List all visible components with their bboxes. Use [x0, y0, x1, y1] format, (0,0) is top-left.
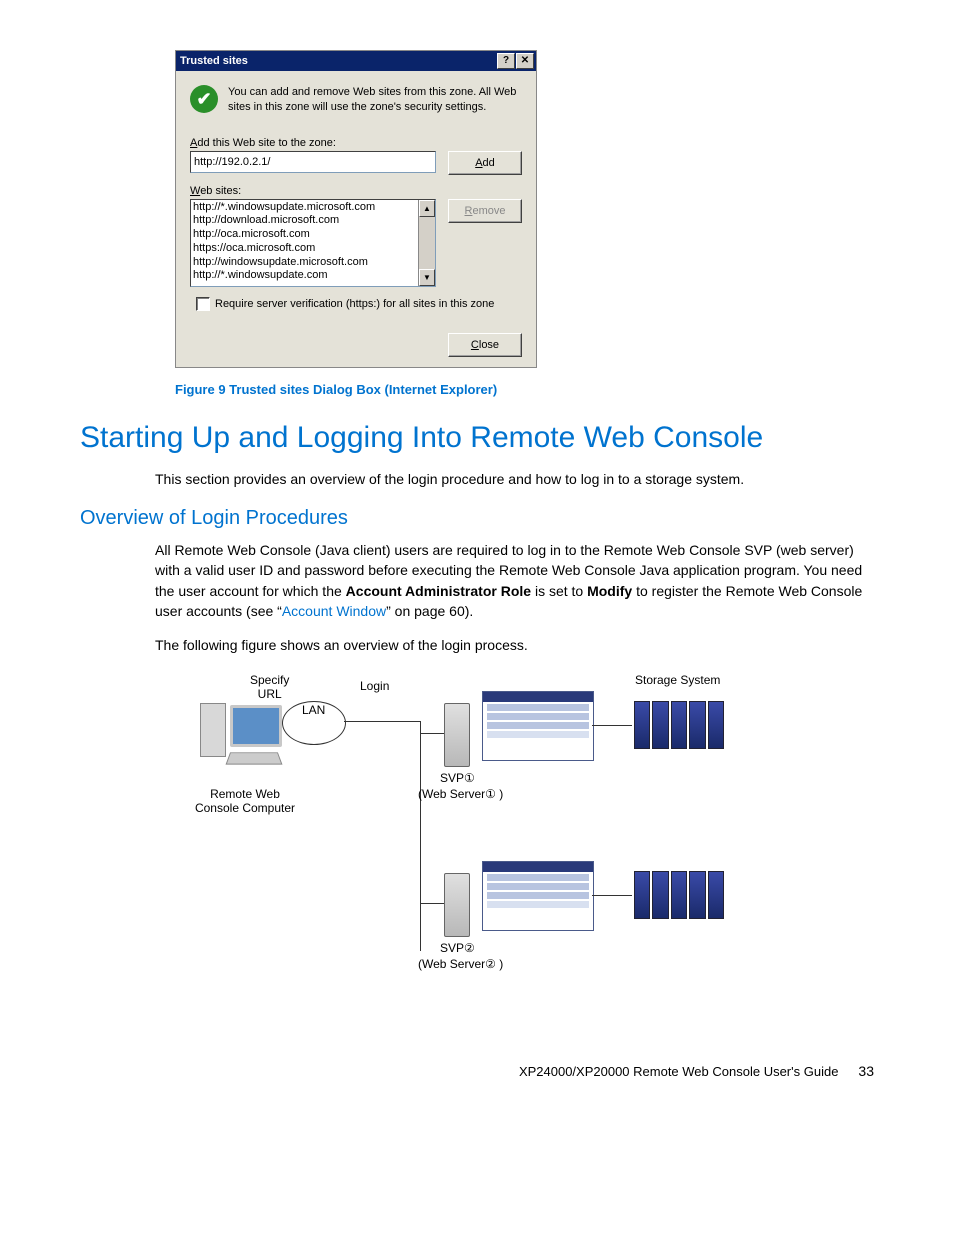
- storage-system-label: Storage System: [635, 673, 720, 687]
- screen-icon: [482, 861, 594, 931]
- computer-icon: [200, 703, 280, 783]
- svp1-label: SVP①: [440, 771, 475, 785]
- scroll-up-icon[interactable]: ▲: [419, 200, 435, 217]
- list-item[interactable]: http://download.microsoft.com: [193, 214, 416, 228]
- sites-list-inner: http://*.windowsupdate.microsoft.com htt…: [191, 200, 418, 286]
- page-number: 33: [858, 1063, 874, 1079]
- storage-icon: [634, 871, 724, 919]
- close-button[interactable]: Close: [448, 333, 522, 357]
- list-item[interactable]: http://*.windowsupdate.com: [193, 269, 416, 283]
- list-item[interactable]: http://oca.microsoft.com: [193, 228, 416, 242]
- close-icon[interactable]: ✕: [516, 53, 534, 69]
- checkbox-icon[interactable]: [196, 297, 210, 311]
- web-server2-label: (Web Server② ): [418, 957, 503, 971]
- require-https-label: Require server verification (https:) for…: [215, 298, 494, 310]
- remove-button[interactable]: Remove: [448, 199, 522, 223]
- lan-label: LAN: [302, 703, 325, 717]
- list-item[interactable]: http://windowsupdate.microsoft.com: [193, 256, 416, 270]
- connector-line: [420, 721, 421, 951]
- server-icon: [444, 873, 470, 937]
- login-label: Login: [360, 679, 389, 693]
- add-site-input[interactable]: [190, 151, 436, 173]
- storage-icon: [634, 701, 724, 749]
- connector-line: [592, 895, 632, 896]
- connector-line: [344, 721, 420, 722]
- heading-2: Overview of Login Procedures: [80, 507, 874, 530]
- checkmark-icon: ✔: [190, 85, 218, 113]
- remote-web-label: Remote Web Console Computer: [190, 787, 300, 815]
- trusted-sites-dialog: Trusted sites ? ✕ ✔ You can add and remo…: [175, 50, 537, 368]
- add-site-label: AAdd this Web site to the zone:dd this W…: [190, 137, 522, 149]
- info-text: You can add and remove Web sites from th…: [228, 85, 522, 115]
- require-https-row[interactable]: Require server verification (https:) for…: [196, 297, 522, 311]
- add-button[interactable]: Add: [448, 151, 522, 175]
- login-overview-diagram: Specify URL Login Storage System Remote …: [180, 673, 740, 1003]
- list-item[interactable]: https://oca.microsoft.com: [193, 242, 416, 256]
- paragraph-1: All Remote Web Console (Java client) use…: [155, 540, 874, 621]
- dialog-titlebar: Trusted sites ? ✕: [176, 51, 536, 71]
- connector-line: [420, 903, 444, 904]
- footer-title: XP24000/XP20000 Remote Web Console User'…: [519, 1064, 838, 1079]
- page-footer: XP24000/XP20000 Remote Web Console User'…: [80, 1063, 874, 1079]
- info-row: ✔ You can add and remove Web sites from …: [190, 85, 522, 115]
- server-icon: [444, 703, 470, 767]
- account-window-link[interactable]: Account Window: [282, 603, 386, 619]
- list-item[interactable]: http://*.windowsupdate.microsoft.com: [193, 201, 416, 215]
- paragraph-2: The following figure shows an overview o…: [155, 635, 874, 655]
- close-row: Close: [190, 333, 522, 357]
- dialog-title: Trusted sites: [180, 55, 248, 67]
- connector-line: [592, 725, 632, 726]
- scrollbar[interactable]: ▲ ▼: [418, 200, 435, 286]
- connector-line: [420, 733, 444, 734]
- screen-icon: [482, 691, 594, 761]
- sites-row: http://*.windowsupdate.microsoft.com htt…: [190, 199, 522, 287]
- help-icon[interactable]: ?: [497, 53, 515, 69]
- web-sites-label: Web sites:: [190, 185, 522, 197]
- specify-url-label: Specify URL: [250, 673, 289, 701]
- add-site-row: Add: [190, 151, 522, 175]
- dialog-body: ✔ You can add and remove Web sites from …: [176, 71, 536, 367]
- heading-1: Starting Up and Logging Into Remote Web …: [80, 421, 874, 455]
- figure-caption: Figure 9 Trusted sites Dialog Box (Inter…: [175, 382, 874, 397]
- web-server1-label: (Web Server① ): [418, 787, 503, 801]
- intro-paragraph: This section provides an overview of the…: [155, 469, 874, 489]
- scroll-down-icon[interactable]: ▼: [419, 269, 435, 286]
- sites-listbox[interactable]: http://*.windowsupdate.microsoft.com htt…: [190, 199, 436, 287]
- svp2-label: SVP②: [440, 941, 475, 955]
- titlebar-buttons: ? ✕: [497, 53, 534, 69]
